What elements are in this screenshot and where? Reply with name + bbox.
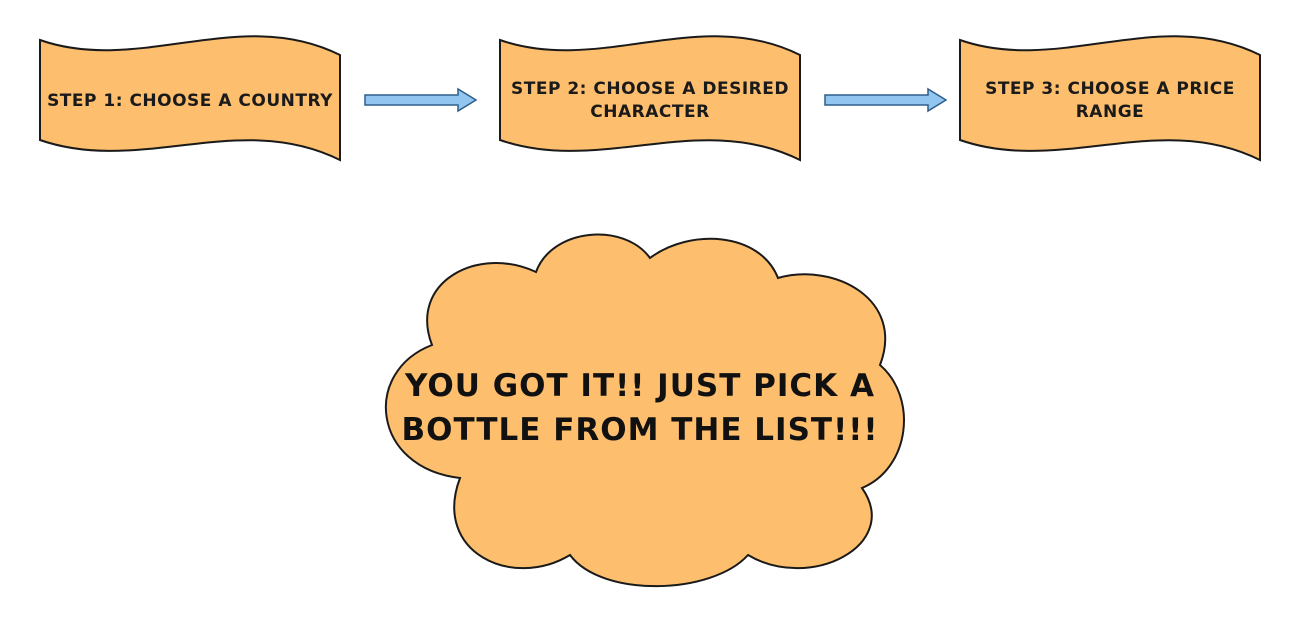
step-1-label: STEP 1: CHOOSE A COUNTRY xyxy=(47,91,333,111)
arrow-2 xyxy=(824,87,948,113)
step-2-banner: STEP 2: CHOOSE A DESIRED CHARACTER xyxy=(499,35,801,162)
step-2-label-line2: CHARACTER xyxy=(590,102,709,122)
step-3-label-line2: RANGE xyxy=(1076,102,1145,122)
cloud-text-line2: BOTTLE FROM THE LIST!!! xyxy=(402,412,879,448)
step-3-banner: STEP 3: CHOOSE A PRICE RANGE xyxy=(959,35,1261,162)
arrow-1 xyxy=(364,87,478,113)
cloud-shape xyxy=(385,233,905,588)
result-cloud: YOU GOT IT!! JUST PICK A BOTTLE FROM THE… xyxy=(385,233,905,588)
step-2-label-line1: STEP 2: CHOOSE A DESIRED xyxy=(511,79,789,99)
flow-diagram: STEP 1: CHOOSE A COUNTRY STEP 2: CHOOSE … xyxy=(39,35,1261,588)
step-1-banner: STEP 1: CHOOSE A COUNTRY xyxy=(39,35,341,162)
step-3-label-line1: STEP 3: CHOOSE A PRICE xyxy=(985,79,1235,99)
cloud-text-line1: YOU GOT IT!! JUST PICK A xyxy=(404,368,875,404)
